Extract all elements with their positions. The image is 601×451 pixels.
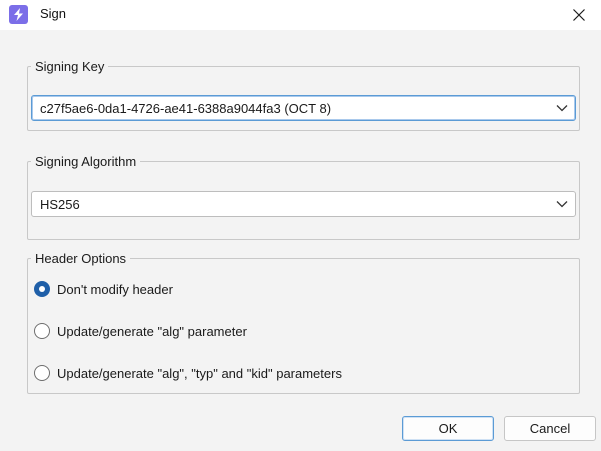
- radio-label: Don't modify header: [57, 281, 173, 297]
- radio-update-alg[interactable]: Update/generate "alg" parameter: [34, 321, 247, 341]
- radio-label: Update/generate "alg", "typ" and "kid" p…: [57, 365, 342, 381]
- signing-key-select[interactable]: c27f5ae6-0da1-4726-ae41-6388a9044fa3 (OC…: [31, 95, 576, 121]
- header-options-legend: Header Options: [35, 251, 127, 266]
- signing-algorithm-value: HS256: [40, 197, 80, 212]
- title-bar: Sign: [0, 0, 601, 30]
- close-icon: [572, 9, 585, 21]
- window-title: Sign: [40, 6, 67, 21]
- radio-button[interactable]: [34, 365, 50, 381]
- signing-algorithm-legend: Signing Algorithm: [35, 154, 137, 169]
- chevron-down-icon: [556, 105, 568, 112]
- signing-key-value: c27f5ae6-0da1-4726-ae41-6388a9044fa3 (OC…: [40, 101, 332, 116]
- chevron-down-icon: [556, 201, 568, 208]
- signing-key-legend: Signing Key: [35, 59, 105, 74]
- signing-algorithm-select[interactable]: HS256: [31, 191, 576, 217]
- radio-update-alg-typ-kid[interactable]: Update/generate "alg", "typ" and "kid" p…: [34, 363, 342, 383]
- radio-button[interactable]: [34, 323, 50, 339]
- lightning-bolt-icon: [9, 5, 28, 24]
- radio-button-checked[interactable]: [34, 281, 50, 297]
- radio-dont-modify-header[interactable]: Don't modify header: [34, 279, 173, 299]
- close-button[interactable]: [556, 0, 601, 30]
- cancel-button[interactable]: Cancel: [504, 416, 596, 441]
- ok-button[interactable]: OK: [402, 416, 494, 441]
- radio-label: Update/generate "alg" parameter: [57, 323, 247, 339]
